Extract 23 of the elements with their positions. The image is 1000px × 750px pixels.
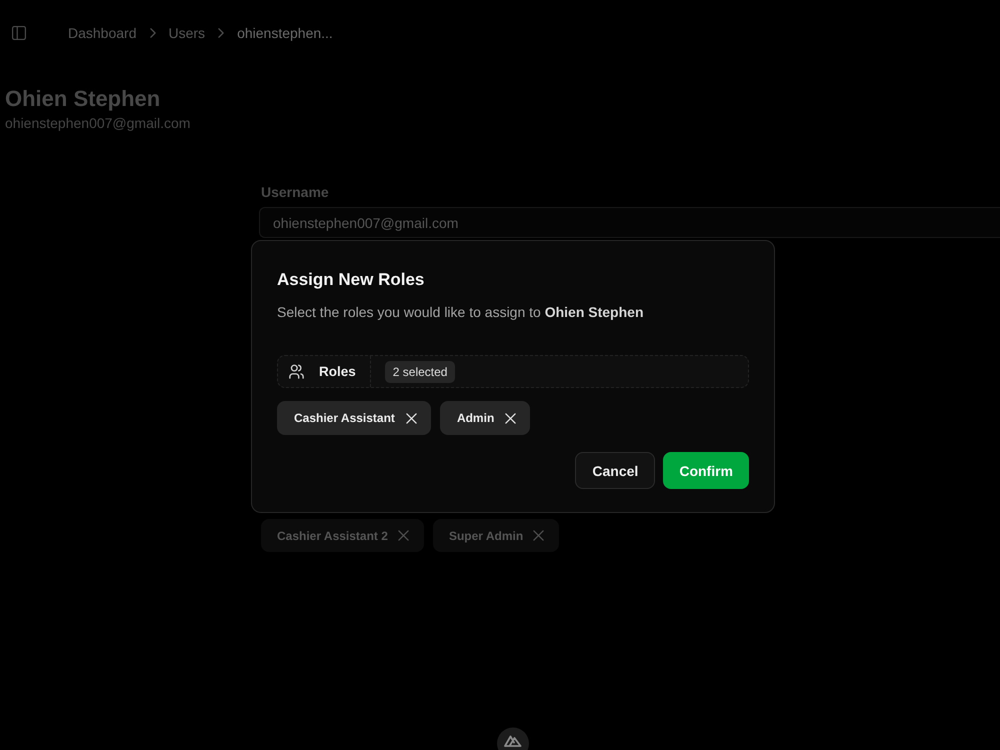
selected-count-badge: 2 selected <box>384 360 456 382</box>
chevron-right-icon <box>150 28 156 38</box>
confirm-button[interactable]: Confirm <box>663 452 749 489</box>
select-label: Roles <box>319 364 356 379</box>
chevron-right-icon <box>218 28 224 38</box>
logo-icon[interactable] <box>497 727 529 750</box>
breadcrumb-link[interactable]: ohienstephen... <box>237 25 333 41</box>
sidebar-toggle-icon[interactable] <box>12 26 26 40</box>
breadcrumb-link[interactable]: Dashboard <box>68 25 136 41</box>
role-label: Cashier Assistant 2 <box>277 528 388 542</box>
dialog-title: Assign New Roles <box>277 269 424 291</box>
profile-name: Ohien Stephen <box>5 85 160 113</box>
input-field[interactable]: ohienstephen007@gmail.com <box>259 207 1000 238</box>
cancel-button[interactable]: Cancel <box>575 452 656 489</box>
dialog-description: Select the roles you would like to assign to Ohien Stephen <box>277 303 644 322</box>
role-label: Admin <box>456 411 494 425</box>
roles-select[interactable]: Roles 2 selected <box>277 355 749 388</box>
role-label: Cashier Assistant <box>294 411 395 425</box>
profile-email: ohienstephen007@gmail.com <box>5 114 190 132</box>
users-icon <box>289 364 304 379</box>
role-label: Super Admin <box>448 528 524 542</box>
field-label: Username <box>261 183 329 201</box>
breadcrumb-link[interactable]: Users <box>168 25 206 41</box>
